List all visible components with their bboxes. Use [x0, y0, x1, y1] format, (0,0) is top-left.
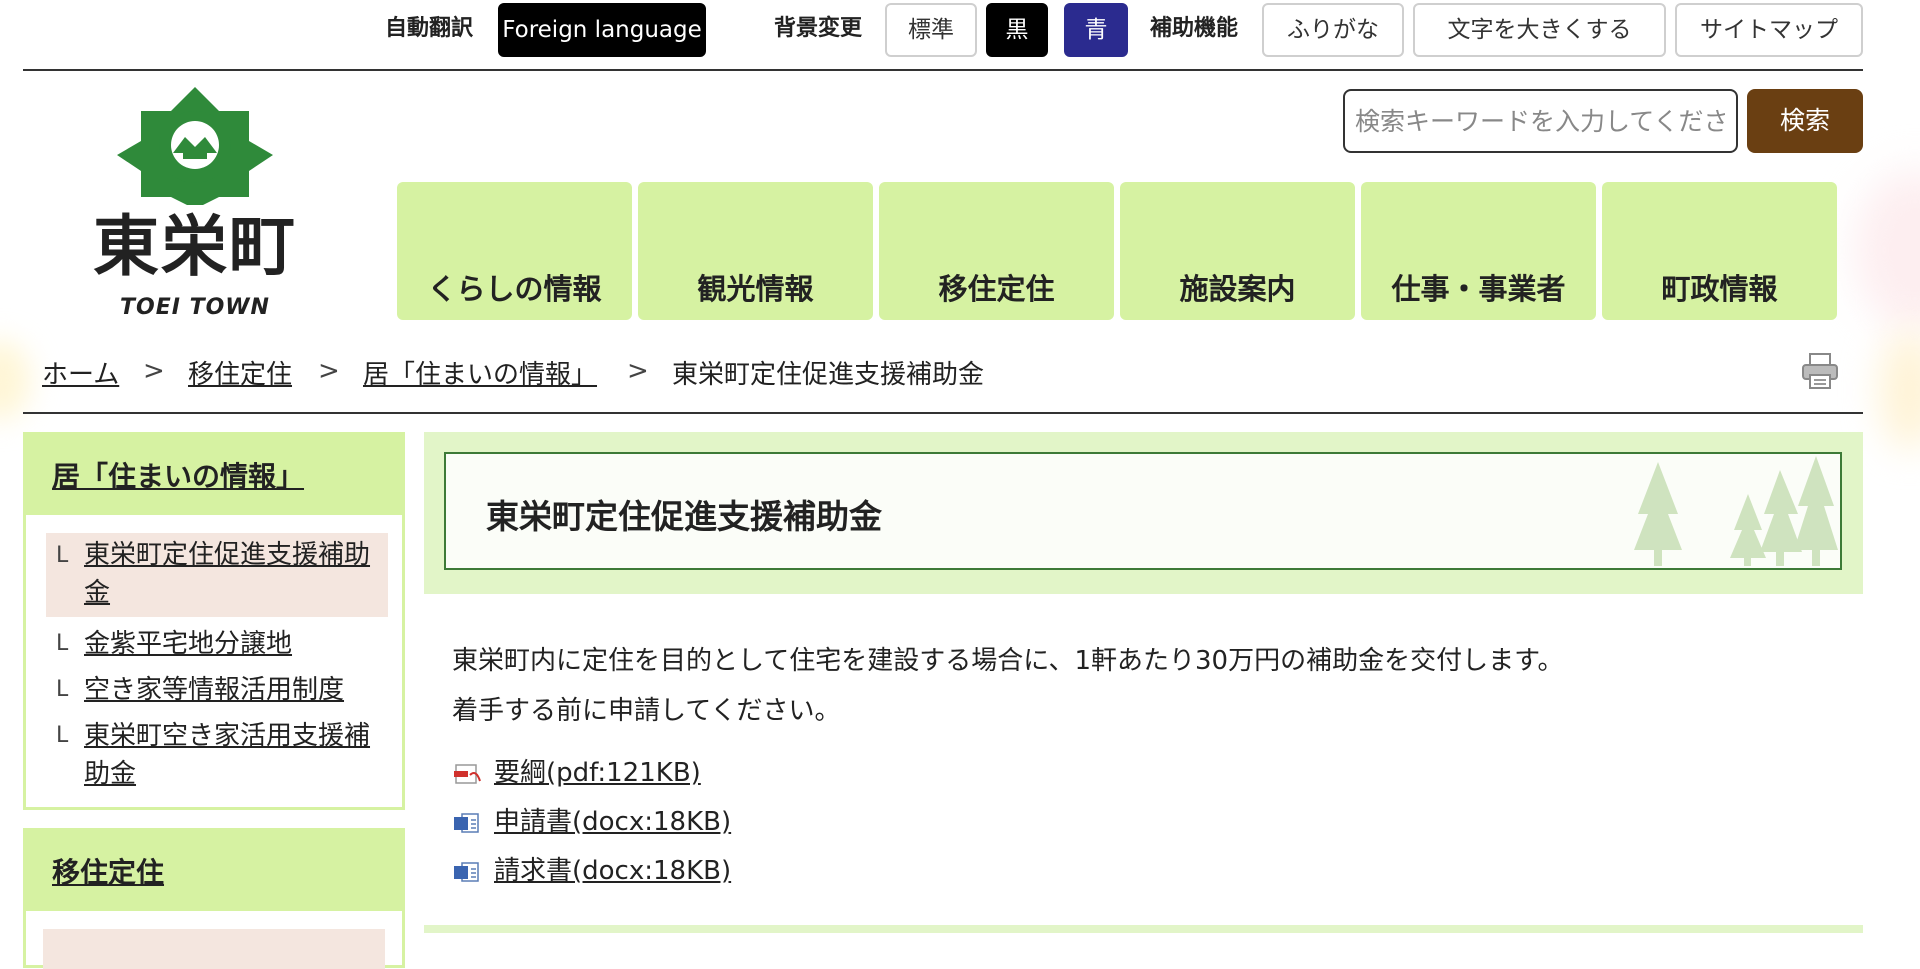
nav-item-label: 仕事・事業者 — [1391, 272, 1566, 306]
sitemap-button[interactable]: サイトマップ — [1675, 3, 1863, 57]
sidebar-item-active-bg — [43, 929, 385, 969]
page-title-band: 東栄町定住促進支援補助金 — [424, 432, 1863, 594]
word-icon — [454, 812, 479, 833]
sidebar-item-label: 東栄町定住促進支援補助金 — [84, 540, 371, 608]
sidebar-item-label: 東栄町空き家活用支援補助金 — [84, 721, 371, 789]
breadcrumb: ホーム > 移住定住 > 居「住まいの情報」 > 東栄町定住促進支援補助金 — [23, 346, 1863, 414]
doc-link-invoice[interactable]: 請求書(docx:18KB) — [452, 850, 731, 887]
sidebar-item-label: 空き家等情報活用制度 — [84, 675, 345, 705]
nav-item-facilities[interactable]: 施設案内 — [1120, 182, 1355, 320]
sidebar-item-lot-sale[interactable]: L 金紫平宅地分譲地 — [46, 625, 388, 663]
accessibility-bar: 自動翻訳 Foreign language 背景変更 標準 黒 青 補助機能 ふ… — [23, 0, 1863, 71]
nav-item-living[interactable]: くらしの情報 — [397, 182, 632, 320]
next-section-band — [424, 925, 1863, 933]
breadcrumb-migration[interactable]: 移住定住 — [188, 354, 292, 391]
breadcrumb-housing[interactable]: 居「住まいの情報」 — [363, 354, 597, 391]
page-title-box: 東栄町定住促進支援補助金 — [444, 452, 1842, 570]
foreign-language-button[interactable]: Foreign language — [498, 3, 706, 57]
nav-item-government[interactable]: 町政情報 — [1602, 182, 1837, 320]
page-title: 東栄町定住促進支援補助金 — [486, 497, 882, 536]
breadcrumb-home[interactable]: ホーム — [42, 354, 119, 391]
nav-item-label: 観光情報 — [697, 272, 814, 306]
breadcrumb-separator: > — [318, 356, 340, 386]
sidebar-item-vacant-house-info[interactable]: L 空き家等情報活用制度 — [46, 671, 388, 709]
bg-black-button[interactable]: 黒 — [986, 3, 1048, 57]
nav-item-label: 施設案内 — [1179, 272, 1296, 306]
list-marker: L — [56, 631, 69, 656]
background-label: 背景変更 — [774, 16, 863, 41]
search-button[interactable]: 検索 — [1747, 89, 1863, 153]
pdf-icon — [454, 763, 481, 784]
sidebar-title[interactable]: 居「住まいの情報」 — [52, 455, 304, 495]
enlarge-text-button[interactable]: 文字を大きくする — [1413, 3, 1666, 57]
breadcrumb-current: 東栄町定住促進支援補助金 — [672, 360, 985, 390]
logo-emblem-icon — [117, 87, 273, 205]
sidebar-migration: 移住定住 — [23, 828, 405, 969]
doc-link-label: 要綱(pdf:121KB) — [494, 758, 701, 788]
breadcrumb-separator: > — [627, 356, 649, 386]
global-nav: くらしの情報 観光情報 移住定住 施設案内 仕事・事業者 町政情報 — [397, 182, 1841, 320]
furigana-button[interactable]: ふりがな — [1262, 3, 1404, 57]
sidebar-item-vacant-house-subsidy[interactable]: L 東栄町空き家活用支援補助金 — [46, 717, 388, 793]
nav-item-label: 移住定住 — [938, 272, 1055, 306]
logo-subtitle: TOEI TOWN — [120, 295, 270, 320]
site-logo[interactable]: 東栄町 TOEI TOWN — [75, 85, 315, 325]
list-marker: L — [56, 543, 69, 568]
doc-link-label: 申請書(docx:18KB) — [494, 807, 732, 837]
bg-blue-button[interactable]: 青 — [1064, 3, 1128, 57]
sidebar-item-label: 金紫平宅地分譲地 — [84, 629, 293, 659]
nav-item-label: くらしの情報 — [427, 272, 602, 306]
bg-decoration — [1855, 170, 1920, 330]
doc-link-guideline[interactable]: 要綱(pdf:121KB) — [452, 752, 701, 789]
bg-decoration — [1880, 330, 1920, 450]
doc-link-application[interactable]: 申請書(docx:18KB) — [452, 801, 731, 838]
nav-item-business[interactable]: 仕事・事業者 — [1361, 182, 1596, 320]
print-icon[interactable] — [1800, 351, 1840, 391]
nav-item-tourism[interactable]: 観光情報 — [638, 182, 873, 320]
sidebar-section2-title[interactable]: 移住定住 — [52, 851, 164, 891]
nav-item-label: 町政情報 — [1661, 272, 1778, 306]
sidebar-item-settlement-subsidy[interactable]: L 東栄町定住促進支援補助金 — [46, 533, 388, 617]
doc-link-label: 請求書(docx:18KB) — [494, 856, 732, 886]
bg-standard-button[interactable]: 標準 — [885, 3, 977, 57]
assist-label: 補助機能 — [1150, 16, 1239, 41]
list-marker: L — [56, 677, 69, 702]
search-input[interactable] — [1343, 89, 1738, 153]
sidebar-housing: 居「住まいの情報」 L 東栄町定住促進支援補助金 L 金紫平宅地分譲地 L 空き… — [23, 432, 405, 810]
breadcrumb-separator: > — [143, 356, 165, 386]
body-paragraph-2: 着手する前に申請してください。 — [452, 696, 841, 726]
logo-name: 東栄町 — [93, 207, 297, 285]
body-paragraph-1: 東栄町内に定住を目的として住宅を建設する場合に、1軒あたり30万円の補助金を交付… — [452, 646, 1564, 676]
translate-label: 自動翻訳 — [385, 16, 474, 41]
trees-decoration — [1634, 456, 1838, 566]
nav-item-migration[interactable]: 移住定住 — [879, 182, 1114, 320]
list-marker: L — [56, 723, 69, 748]
word-icon — [454, 861, 479, 882]
